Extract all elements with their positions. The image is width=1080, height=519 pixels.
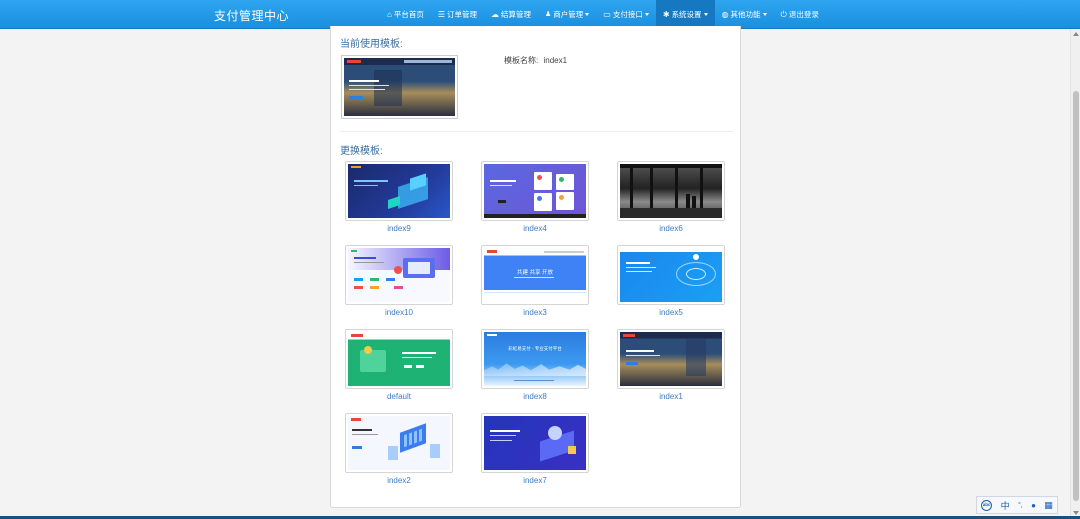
template-name[interactable]: index9 xyxy=(345,224,453,233)
template-card-index2[interactable]: index2 xyxy=(345,413,453,485)
brand-title[interactable]: 支付管理中心 xyxy=(214,7,289,24)
vertical-scrollbar[interactable] xyxy=(1070,29,1080,519)
template-card-index1[interactable]: index1 xyxy=(617,329,725,401)
template-thumbnail[interactable] xyxy=(617,245,725,305)
template-name[interactable]: index5 xyxy=(617,308,725,317)
section-divider xyxy=(340,131,733,132)
thumb-slogan: 共建 共享 开放 xyxy=(516,270,554,276)
template-thumbnail[interactable]: 彩虹易支付 - 专业支付平台 xyxy=(481,329,589,389)
nav-payment-api[interactable]: ▭ 支付接口 xyxy=(596,0,656,29)
chevron-down-icon xyxy=(762,13,767,16)
chevron-down-icon xyxy=(585,13,590,16)
template-name[interactable]: index6 xyxy=(617,224,725,233)
template-card-index4[interactable]: index4 xyxy=(481,161,589,233)
thumb-slogan: 彩虹易支付 - 专业支付平台 xyxy=(508,346,562,351)
change-template-heading: 更换模板: xyxy=(340,146,383,157)
scroll-up-icon[interactable] xyxy=(1073,32,1079,36)
nav-merchants[interactable]: ♟ 商户管理 xyxy=(538,0,596,29)
template-name-label: 模板名称: xyxy=(504,56,539,65)
template-thumbnail[interactable]: 共建 共享 开放 xyxy=(481,245,589,305)
template-name[interactable]: index2 xyxy=(345,476,453,485)
template-thumbnail[interactable] xyxy=(345,413,453,473)
main-nav: ⌂ 平台首页 ☰ 订单管理 ☁ 结算管理 ♟ 商户管理 ▭ 支付接口 ✱ 系统设… xyxy=(380,0,826,29)
template-name-value: index1 xyxy=(543,56,568,65)
nav-orders[interactable]: ☰ 订单管理 xyxy=(431,0,484,29)
cloud-icon: ☁ xyxy=(491,9,500,19)
template-card-index5[interactable]: index5 xyxy=(617,245,725,317)
user-icon: ♟ xyxy=(545,11,552,18)
nav-system-settings-label: 系统设置 xyxy=(671,10,702,19)
nav-logout[interactable]: ⏻ 退出登录 xyxy=(774,0,826,29)
nav-home[interactable]: ⌂ 平台首页 xyxy=(380,0,431,29)
template-panel: 当前使用模板: 模板名称: index1 更换模板: index9 index4… xyxy=(330,26,741,508)
nav-other-functions[interactable]: ◍ 其他功能 xyxy=(715,0,774,29)
ime-logo-icon[interactable]: abc xyxy=(981,499,993,511)
template-name[interactable]: index8 xyxy=(481,392,589,401)
ime-toolbar: abc 中 °, ● ▦ xyxy=(976,496,1058,514)
nav-logout-label: 退出登录 xyxy=(788,10,819,19)
template-card-index9[interactable]: index9 xyxy=(345,161,453,233)
template-name[interactable]: index4 xyxy=(481,224,589,233)
template-card-index6[interactable]: index6 xyxy=(617,161,725,233)
chevron-down-icon xyxy=(703,13,708,16)
home-icon: ⌂ xyxy=(387,9,392,19)
card-icon: ▭ xyxy=(603,9,611,19)
top-navbar: 支付管理中心 ⌂ 平台首页 ☰ 订单管理 ☁ 结算管理 ♟ 商户管理 ▭ 支付接… xyxy=(0,0,1080,29)
chevron-down-icon xyxy=(644,13,649,16)
nav-orders-label: 订单管理 xyxy=(447,10,478,19)
template-card-index8[interactable]: 彩虹易支付 - 专业支付平台 index8 xyxy=(481,329,589,401)
template-card-index7[interactable]: index7 xyxy=(481,413,589,485)
template-card-index10[interactable]: index10 xyxy=(345,245,453,317)
current-template-thumbnail xyxy=(341,55,458,119)
template-thumbnail[interactable] xyxy=(617,161,725,221)
nav-merchants-label: 商户管理 xyxy=(553,10,584,19)
template-thumbnail[interactable] xyxy=(345,161,453,221)
nav-other-functions-label: 其他功能 xyxy=(730,10,761,19)
nav-system-settings[interactable]: ✱ 系统设置 xyxy=(655,0,715,29)
template-thumbnail[interactable] xyxy=(345,245,453,305)
template-name[interactable]: default xyxy=(345,392,453,401)
nav-settlement[interactable]: ☁ 结算管理 xyxy=(484,0,538,29)
template-thumbnail[interactable] xyxy=(481,161,589,221)
template-thumbnail[interactable] xyxy=(617,329,725,389)
list-icon: ☰ xyxy=(437,9,446,19)
power-icon: ⏻ xyxy=(780,9,787,19)
template-thumbnail[interactable] xyxy=(481,413,589,473)
ime-language-toggle[interactable]: 中 xyxy=(1001,499,1010,512)
template-name[interactable]: index7 xyxy=(481,476,589,485)
ime-menu-grid-icon[interactable]: ▦ xyxy=(1044,500,1053,511)
template-thumbnail[interactable] xyxy=(345,329,453,389)
template-name[interactable]: index1 xyxy=(617,392,725,401)
current-template-heading: 当前使用模板: xyxy=(340,39,403,50)
template-card-default[interactable]: default xyxy=(345,329,453,401)
template-card-index3[interactable]: 共建 共享 开放 index3 xyxy=(481,245,589,317)
nav-payment-api-label: 支付接口 xyxy=(612,10,643,19)
template-name[interactable]: index10 xyxy=(345,308,453,317)
gear-icon: ✱ xyxy=(662,9,670,19)
ime-punctuation-icon[interactable]: °, xyxy=(1018,502,1023,509)
scrollbar-thumb[interactable] xyxy=(1073,91,1079,501)
nav-home-label: 平台首页 xyxy=(393,10,424,19)
nav-settlement-label: 结算管理 xyxy=(501,10,532,19)
current-template-name: 模板名称: index1 xyxy=(504,55,567,66)
scroll-down-icon[interactable] xyxy=(1073,511,1079,515)
globe-icon: ◍ xyxy=(721,9,729,19)
microphone-icon[interactable]: ● xyxy=(1031,501,1036,510)
template-name[interactable]: index3 xyxy=(481,308,589,317)
